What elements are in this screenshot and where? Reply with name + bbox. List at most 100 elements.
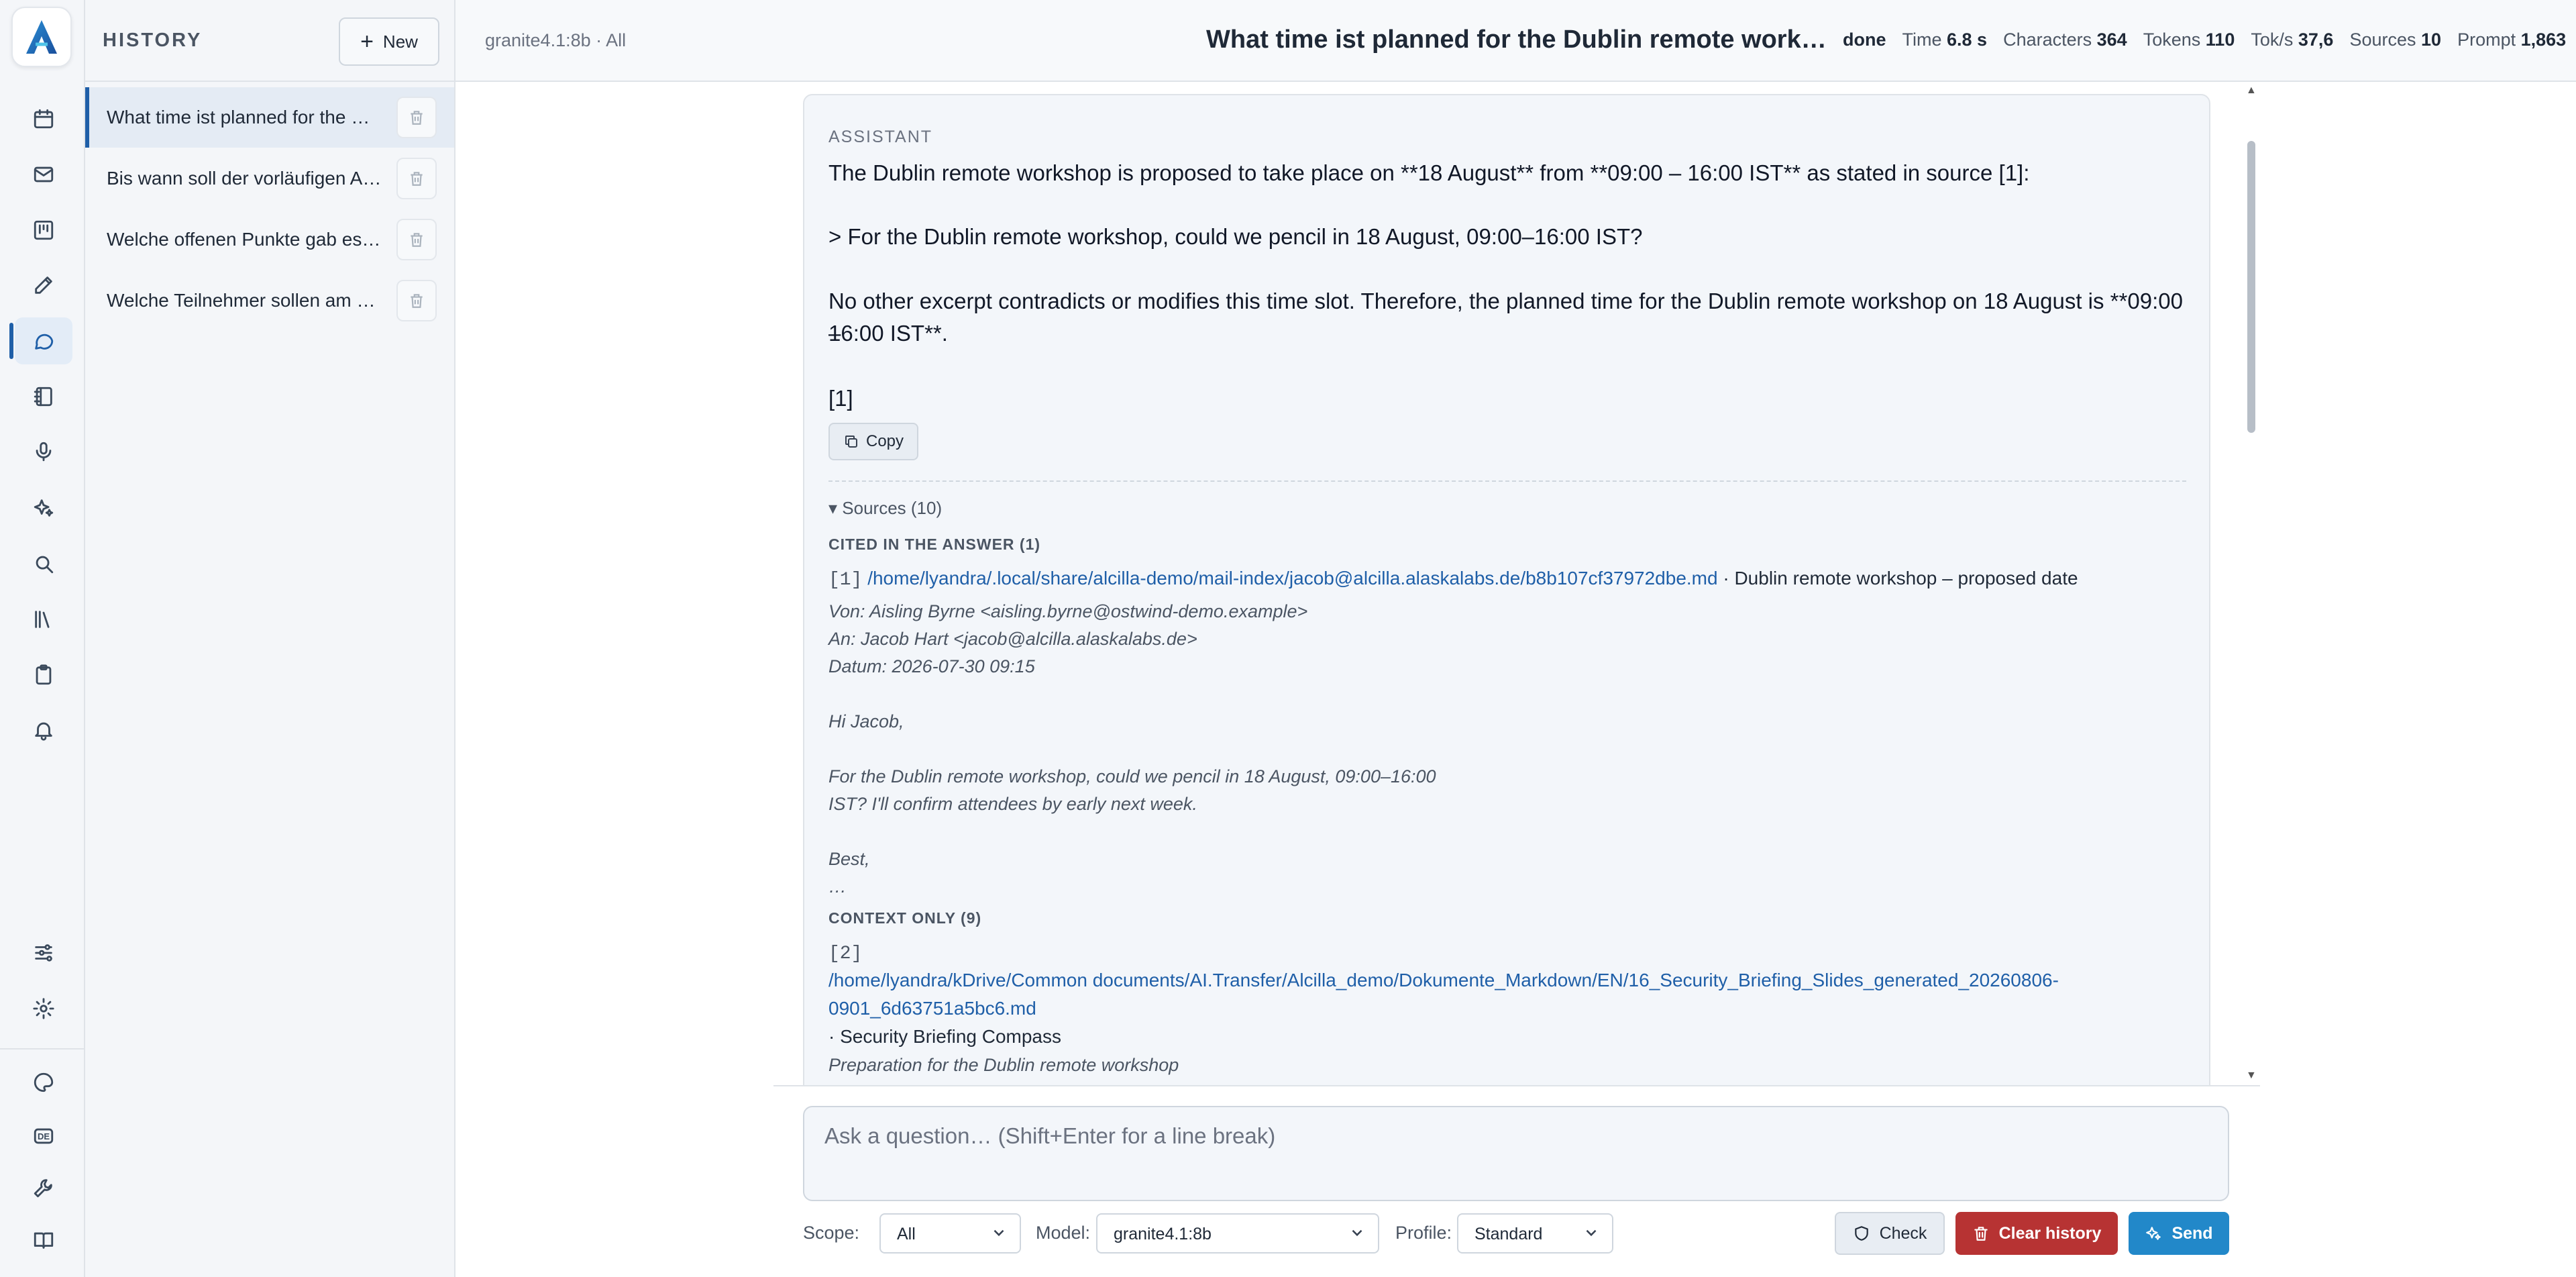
delete-history-item-button[interactable] (396, 219, 437, 260)
source-path-link[interactable]: /home/lyandra/.local/share/alcilla-demo/… (867, 568, 1717, 589)
trash-icon (411, 233, 423, 247)
chat-scrollbar[interactable]: ▲ ▼ (2241, 82, 2259, 1085)
question-input[interactable]: Ask a question… (Shift+Enter for a line … (803, 1106, 2229, 1201)
sparkles-icon[interactable] (15, 484, 72, 531)
bell-icon[interactable] (15, 707, 72, 754)
history-item[interactable]: Bis wann soll der vorläufigen Ab… (85, 148, 454, 209)
rail-divider (0, 1048, 85, 1050)
context-source-number: [2] (828, 938, 2184, 968)
chat-title: What time ist planned for the Dublin rem… (1206, 25, 1830, 54)
answer-paragraph: The Dublin remote workshop is proposed t… (828, 160, 2030, 185)
book-icon[interactable] (15, 1217, 72, 1264)
source-excerpt-line: IST? I'll confirm attendees by early nex… (828, 794, 1197, 814)
run-stats: done Time 6.8 s Characters 364 Tokens 11… (1843, 30, 2566, 50)
notebook-icon[interactable] (15, 373, 72, 420)
check-label: Check (1879, 1223, 1927, 1243)
message-role: ASSISTANT (828, 127, 933, 146)
chevron-down-icon (1348, 1224, 1366, 1241)
history-panel: HISTORY + New What time ist planned for … (85, 0, 455, 1277)
calendar-icon[interactable] (15, 95, 72, 142)
history-item[interactable]: What time ist planned for the D… (85, 87, 454, 148)
edit-icon[interactable] (15, 262, 72, 309)
source-title: · Dublin remote workshop – proposed date (1717, 568, 2078, 589)
profile-value: Standard (1474, 1225, 1543, 1243)
answer-quote: > For the Dublin remote workshop, could … (828, 224, 1643, 249)
source-title: · Security Briefing Compass (828, 1026, 1062, 1047)
icon-rail: DE (0, 0, 85, 1277)
search-icon[interactable] (15, 540, 72, 587)
scroll-thumb[interactable] (2247, 141, 2255, 433)
kanban-icon[interactable] (15, 207, 72, 254)
delete-history-item-button[interactable] (396, 97, 437, 138)
scroll-up-arrow[interactable]: ▲ (2246, 85, 2257, 97)
trash-icon (411, 172, 423, 186)
wrench-icon[interactable] (15, 1164, 72, 1211)
status-text: done (1843, 30, 1886, 50)
language-de-icon[interactable]: DE (15, 1113, 72, 1160)
stat-tokens-per-second: Tok/s 37,6 (2251, 30, 2334, 50)
palette-icon[interactable] (15, 1059, 72, 1106)
model-value: granite4.1:8b (1114, 1225, 1212, 1243)
source-excerpt-line: Datum: 2026-07-30 09:15 (828, 656, 1035, 676)
clear-history-button[interactable]: Clear history (1955, 1212, 2118, 1255)
chat-scroll-area[interactable]: ASSISTANT The Dublin remote workshop is … (773, 82, 2260, 1085)
app-logo[interactable] (11, 7, 72, 67)
source-excerpt-line: Best, (828, 849, 870, 869)
copy-icon (845, 436, 857, 448)
history-item-label: Welche Teilnehmer sollen am V… (107, 290, 382, 311)
stat-prompt: Prompt 1,863 (2457, 30, 2567, 50)
source-number: [1] (828, 570, 863, 591)
scope-label: Scope: (803, 1223, 860, 1243)
check-button[interactable]: Check (1835, 1212, 1945, 1255)
source-excerpt-line: An: Jacob Hart <jacob@alcilla.alaskalabs… (828, 629, 1197, 649)
send-label: Send (2171, 1223, 2213, 1243)
settings-icon[interactable] (15, 985, 72, 1032)
assistant-message: ASSISTANT The Dublin remote workshop is … (803, 94, 2210, 1085)
model-label: Model: (1036, 1223, 1091, 1243)
send-button[interactable]: Send (2129, 1212, 2229, 1255)
source-path-link[interactable]: /home/lyandra/kDrive/Common documents/AI… (828, 966, 2184, 994)
shield-icon (1854, 1226, 1868, 1241)
sparkles-icon (2146, 1227, 2161, 1240)
mail-icon[interactable] (15, 151, 72, 198)
cited-source-line: [1] /home/lyandra/.local/share/alcilla-d… (828, 564, 2184, 595)
copy-label: Copy (865, 432, 904, 450)
history-item[interactable]: Welche offenen Punkte gab es i… (85, 209, 454, 270)
stat-characters: Characters 364 (2003, 30, 2127, 50)
delete-history-item-button[interactable] (396, 280, 437, 321)
logo-icon (26, 20, 57, 54)
scroll-down-arrow[interactable]: ▼ (2246, 1070, 2257, 1082)
profile-select[interactable]: Standard (1457, 1213, 1613, 1254)
scope-select[interactable]: All (879, 1213, 1021, 1254)
source-excerpt-line: … (828, 876, 847, 897)
library-icon[interactable] (15, 596, 72, 643)
source-number: [2] (828, 943, 863, 964)
clear-history-label: Clear history (1998, 1223, 2102, 1243)
new-chat-button[interactable]: + New (339, 17, 439, 66)
answer-paragraph: 16:00 IST**. (828, 321, 948, 346)
microphone-icon[interactable] (15, 428, 72, 475)
chevron-down-icon (1582, 1224, 1600, 1241)
sources-toggle[interactable]: ▾ Sources (10) (828, 498, 942, 519)
chat-icon[interactable] (9, 317, 72, 364)
chevron-down-icon (990, 1224, 1008, 1241)
source-path-link[interactable]: 0901_6d63751a5bc6.md (828, 994, 2184, 1023)
chat-topbar: granite4.1:8b · All What time ist planne… (455, 0, 2576, 82)
new-chat-label: New (382, 31, 418, 52)
model-select[interactable]: granite4.1:8b (1096, 1213, 1379, 1254)
history-item-label: Welche offenen Punkte gab es i… (107, 229, 382, 250)
profile-label: Profile: (1395, 1223, 1452, 1243)
source-excerpt-line: For the Dublin remote workshop, could we… (828, 766, 1436, 786)
clipboard-icon[interactable] (15, 652, 72, 699)
context-section-heading: CONTEXT ONLY (9) (828, 909, 982, 927)
model-scope-breadcrumb: granite4.1:8b · All (485, 30, 627, 50)
sliders-icon[interactable] (15, 929, 72, 976)
source-excerpt-line: Von: Aisling Byrne <aisling.byrne@ostwin… (828, 601, 1308, 621)
history-item-label: Bis wann soll der vorläufigen Ab… (107, 168, 382, 189)
delete-history-item-button[interactable] (396, 158, 437, 199)
history-header: HISTORY + New (85, 0, 454, 82)
trash-icon (411, 294, 423, 308)
copy-button[interactable]: Copy (828, 423, 918, 460)
history-item[interactable]: Welche Teilnehmer sollen am V… (85, 270, 454, 331)
stat-tokens: Tokens 110 (2143, 30, 2235, 50)
